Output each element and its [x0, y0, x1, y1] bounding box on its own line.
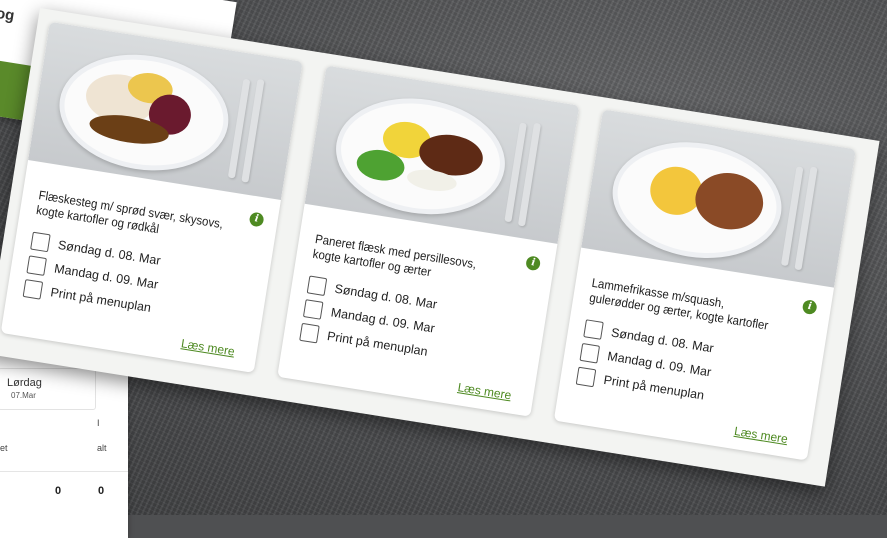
page-title-fragment: log — [0, 4, 16, 25]
checkbox[interactable] — [575, 366, 597, 388]
day-date: 07.Mar — [11, 391, 36, 400]
read-more-link[interactable]: Læs mere — [733, 424, 789, 446]
checkbox[interactable] — [26, 255, 47, 276]
plate-image — [51, 42, 237, 183]
plate-image — [327, 86, 514, 226]
info-icon[interactable]: i — [248, 211, 265, 228]
checkbox[interactable] — [583, 319, 604, 340]
order-table-fragment: Lørdag 07.Mar I let alt 0 0 — [0, 348, 128, 538]
total-value: 0 — [98, 485, 105, 497]
checkbox[interactable] — [299, 322, 320, 344]
column-header-alt: alt — [97, 443, 107, 453]
meal-card: i Flæskesteg m/ sprød svær, skysovs, kog… — [0, 21, 303, 373]
plate-image — [604, 130, 790, 270]
checkbox[interactable] — [579, 342, 601, 364]
checkbox[interactable] — [22, 279, 44, 300]
column-header-i: I — [97, 418, 100, 428]
checkbox[interactable] — [30, 231, 51, 253]
day-label: Lørdag — [7, 377, 42, 389]
info-icon[interactable]: i — [801, 299, 818, 316]
count-value: 0 — [55, 485, 62, 497]
checkbox[interactable] — [306, 275, 328, 297]
info-icon[interactable]: i — [525, 255, 542, 272]
meal-card: i Lammefrikasse m/squash, gulerødder og … — [553, 109, 856, 461]
column-header-partial: let — [0, 443, 8, 453]
divider — [0, 471, 128, 472]
meal-card: i Paneret flæsk med persillesovs, kogte … — [277, 65, 580, 417]
read-more-link[interactable]: Læs mere — [457, 380, 513, 402]
day-tab-saturday[interactable]: Lørdag 07.Mar — [0, 368, 96, 410]
read-more-link[interactable]: Læs mere — [180, 336, 236, 358]
checkbox[interactable] — [302, 299, 324, 320]
